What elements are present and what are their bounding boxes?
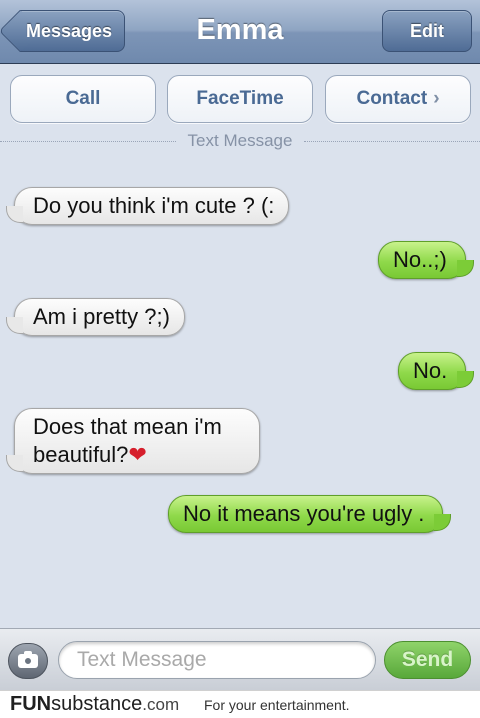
outgoing-message-bubble[interactable]: No..;) — [378, 241, 474, 279]
brand-rest: substance — [51, 693, 143, 715]
camera-button[interactable] — [8, 643, 48, 679]
edit-button[interactable]: Edit — [382, 10, 472, 52]
footer-tagline: For your entertainment. — [204, 697, 350, 713]
message-text: Am i pretty ?;) — [33, 304, 170, 329]
contact-button[interactable]: Contact › — [325, 75, 471, 123]
navigation-bar: Messages Emma Edit — [0, 0, 480, 64]
heart-icon: ❤ — [128, 442, 147, 467]
message-text-line-1: Does that mean i'm — [33, 414, 222, 439]
brand-fun: FUN — [10, 693, 52, 715]
message-text: No..;) — [393, 247, 447, 272]
facetime-button-label: FaceTime — [196, 88, 284, 109]
outgoing-message-bubble[interactable]: No it means you're ugly . — [168, 495, 452, 533]
text-message-divider-label: Text Message — [187, 131, 293, 150]
contact-button-label: Contact — [356, 88, 428, 109]
call-button[interactable]: Call — [10, 75, 156, 123]
message-text-line-2: beautiful? — [33, 442, 129, 467]
message-input[interactable] — [58, 641, 376, 679]
call-button-label: Call — [65, 88, 101, 109]
message-text: No. — [413, 358, 448, 383]
incoming-message-bubble[interactable]: Do you think i'm cute ? (: — [5, 187, 290, 225]
send-button[interactable]: Send — [384, 641, 471, 679]
incoming-message-bubble[interactable]: Am i pretty ?;) — [6, 298, 185, 336]
facetime-button[interactable]: FaceTime — [167, 75, 313, 123]
brand-tld: .com — [142, 695, 180, 714]
camera-icon-lens — [23, 656, 33, 666]
message-text: Do you think i'm cute ? (: — [33, 193, 275, 218]
incoming-message-bubble[interactable]: Does that mean i'm beautiful?❤ — [6, 408, 260, 474]
funsubstance-logo[interactable]: FUNsubstance.com — [10, 693, 179, 716]
site-footer: FUNsubstance.com For your entertainment. — [0, 690, 480, 718]
message-composer-bar: Send — [0, 628, 480, 690]
message-text: No it means you're ugly . — [183, 501, 425, 526]
chevron-right-icon: › — [433, 88, 440, 109]
outgoing-message-bubble[interactable]: No. — [398, 352, 475, 390]
